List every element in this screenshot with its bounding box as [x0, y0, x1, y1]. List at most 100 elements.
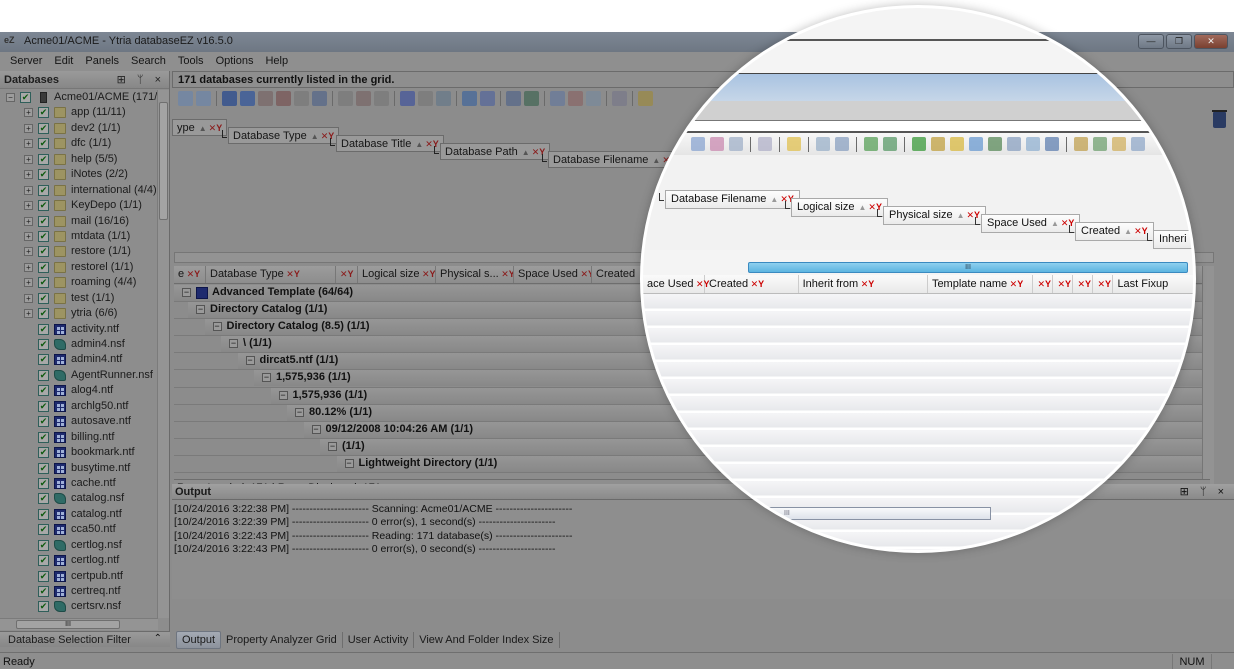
- clear-filter-icon[interactable]: ✕Y: [858, 279, 875, 289]
- checkbox-checked[interactable]: ✔: [38, 447, 49, 459]
- column-header[interactable]: ✕Y: [1073, 275, 1094, 293]
- paste-doc-icon[interactable]: [436, 91, 451, 106]
- collapse-icon[interactable]: −: [328, 441, 337, 451]
- tree-item-database[interactable]: ✔ archlg50.ntf: [0, 399, 158, 414]
- filter-view-icon[interactable]: [1026, 137, 1040, 151]
- checkbox-checked[interactable]: ✔: [38, 493, 49, 505]
- checkbox-checked[interactable]: ✔: [38, 462, 49, 474]
- copy-doc-icon[interactable]: [418, 91, 433, 106]
- tree-item-folder[interactable]: + ✔ international (4/4): [0, 183, 158, 198]
- expand-icon[interactable]: +: [24, 108, 33, 118]
- tree-item-database[interactable]: ✔ certreq.ntf: [0, 584, 158, 599]
- scroll-thumb[interactable]: III: [16, 620, 120, 629]
- checkbox-checked[interactable]: ✔: [38, 261, 49, 273]
- trash-icon[interactable]: [1212, 110, 1227, 128]
- receive-icon[interactable]: [480, 91, 495, 106]
- checkbox-checked[interactable]: ✔: [38, 539, 49, 551]
- group-header-chip[interactable]: ype ▲ ✕Y: [172, 119, 228, 136]
- checkbox-checked[interactable]: ✔: [38, 369, 49, 381]
- checkbox-checked[interactable]: ✔: [38, 230, 49, 242]
- sort-ascending-icon[interactable]: ▲: [1124, 227, 1132, 236]
- screen-icon[interactable]: [196, 91, 211, 106]
- checkbox-checked[interactable]: ✔: [38, 138, 49, 150]
- filter-icon[interactable]: [612, 91, 627, 106]
- expand-all-icon[interactable]: [835, 137, 849, 151]
- sort-ascending-icon[interactable]: ▲: [1051, 219, 1059, 228]
- collapse-icon[interactable]: −: [278, 390, 288, 400]
- tree-item-database[interactable]: ✔ autosave.ntf: [0, 414, 158, 429]
- group-header-chip[interactable]: Database Path ▲ ✕Y: [440, 143, 551, 160]
- clear-filter-icon[interactable]: ✕Y: [1077, 279, 1091, 289]
- collapse-icon[interactable]: −: [295, 407, 304, 417]
- menu-search[interactable]: Search: [125, 52, 172, 71]
- panel-controls[interactable]: ⊞ ᛘ ×: [117, 73, 165, 86]
- column-header[interactable]: ✕Y: [1033, 275, 1054, 293]
- close-button[interactable]: ✕: [1194, 34, 1228, 49]
- tree-item-database[interactable]: ✔ catalog.nsf: [0, 491, 158, 506]
- column-header[interactable]: Created ✕Y: [705, 275, 799, 293]
- tree-item-database[interactable]: ✔ cache.ntf: [0, 476, 158, 491]
- clear-filter-icon[interactable]: ✕Y: [1007, 279, 1024, 289]
- tree-item-folder[interactable]: + ✔ restorel (1/1): [0, 260, 158, 275]
- tree-item-database[interactable]: ✔ catalog.ntf: [0, 507, 158, 522]
- column-header[interactable]: Physical s... ✕Y: [436, 266, 514, 283]
- col-b-icon[interactable]: [356, 91, 371, 106]
- expand-icon[interactable]: +: [24, 216, 33, 226]
- expand-icon[interactable]: +: [24, 154, 33, 164]
- sort-ascending-icon[interactable]: ▲: [858, 203, 866, 212]
- hierarchy-icon[interactable]: [988, 137, 1002, 151]
- checkbox-checked[interactable]: ✔: [38, 524, 49, 536]
- checkbox-checked[interactable]: ✔: [38, 586, 49, 597]
- tree-item-folder[interactable]: + ✔ iNotes (2/2): [0, 167, 158, 182]
- checkbox-checked[interactable]: ✔: [38, 431, 49, 443]
- collapse-icon[interactable]: −: [311, 424, 321, 434]
- clear-filter-icon[interactable]: ✕Y: [1134, 226, 1148, 236]
- menu-edit[interactable]: Edit: [48, 52, 79, 71]
- checkbox-checked[interactable]: ✔: [38, 508, 49, 520]
- expand-icon[interactable]: +: [24, 293, 33, 303]
- sort-ascending-icon[interactable]: ▲: [415, 140, 423, 149]
- tree-item-database[interactable]: ✔ admin4.nsf: [0, 337, 158, 352]
- group-header-chip[interactable]: Database Type ▲ ✕Y: [228, 127, 340, 144]
- group-header-chip[interactable]: Created ▲ ✕Y: [1075, 222, 1154, 241]
- grid-vertical-scrollbar[interactable]: [1202, 266, 1214, 484]
- menu-panels[interactable]: Panels: [79, 52, 125, 71]
- checkbox-checked[interactable]: ✔: [38, 169, 49, 181]
- tree-item-database[interactable]: ✔ bookmark.ntf: [0, 445, 158, 460]
- checkbox-checked[interactable]: ✔: [38, 323, 49, 335]
- tree-item-database[interactable]: ✔ activity.ntf: [0, 322, 158, 337]
- sort-ascending-icon[interactable]: ▲: [957, 211, 965, 220]
- zoom-reset-icon[interactable]: [710, 137, 724, 151]
- column-header[interactable]: ✕Y: [1093, 275, 1114, 293]
- checkbox-checked[interactable]: ✔: [38, 354, 49, 366]
- clear-filter-icon[interactable]: ✕Y: [1057, 279, 1071, 289]
- checkbox-checked[interactable]: ✔: [38, 246, 49, 258]
- column-header[interactable]: Inherit from ✕Y: [799, 275, 928, 293]
- tree-item-database[interactable]: ✔ certpub.ntf: [0, 569, 158, 584]
- columns-icon[interactable]: [912, 137, 926, 151]
- checkbox-checked[interactable]: ✔: [38, 200, 49, 212]
- group-header-chip[interactable]: Physical size ▲ ✕Y: [883, 206, 987, 225]
- column-header[interactable]: ✕Y: [336, 266, 358, 283]
- lens-output-scrollbar[interactable]: III: [763, 507, 991, 520]
- scroll-thumb[interactable]: [159, 102, 168, 220]
- comment-icon[interactable]: [950, 137, 964, 151]
- tab-output[interactable]: Output: [176, 631, 222, 649]
- checkbox-checked[interactable]: ✔: [38, 215, 49, 227]
- tree-item-database[interactable]: ✔ billing.ntf: [0, 430, 158, 445]
- import-row-icon[interactable]: [276, 91, 291, 106]
- collapse-icon[interactable]: −: [212, 322, 222, 332]
- checkbox-checked[interactable]: ✔: [38, 184, 49, 196]
- move-left-icon[interactable]: [864, 137, 878, 151]
- tree-item-folder[interactable]: + ✔ mail (16/16): [0, 214, 158, 229]
- collapse-icon[interactable]: −: [344, 458, 354, 468]
- checkbox-checked[interactable]: ✔: [38, 277, 49, 289]
- tree-item-folder[interactable]: + ✔ roaming (4/4): [0, 275, 158, 290]
- sort-ascending-icon[interactable]: ▲: [770, 195, 778, 204]
- checkbox-checked[interactable]: ✔: [38, 308, 49, 320]
- clear-filter-icon[interactable]: ✕Y: [499, 269, 513, 279]
- collapse-icon[interactable]: −: [196, 305, 205, 315]
- expand-chevron-icon[interactable]: ⌃: [154, 633, 162, 644]
- tab-property-analyzer-grid[interactable]: Property Analyzer Grid: [221, 632, 343, 648]
- clear-filter-icon[interactable]: ✕Y: [340, 269, 354, 279]
